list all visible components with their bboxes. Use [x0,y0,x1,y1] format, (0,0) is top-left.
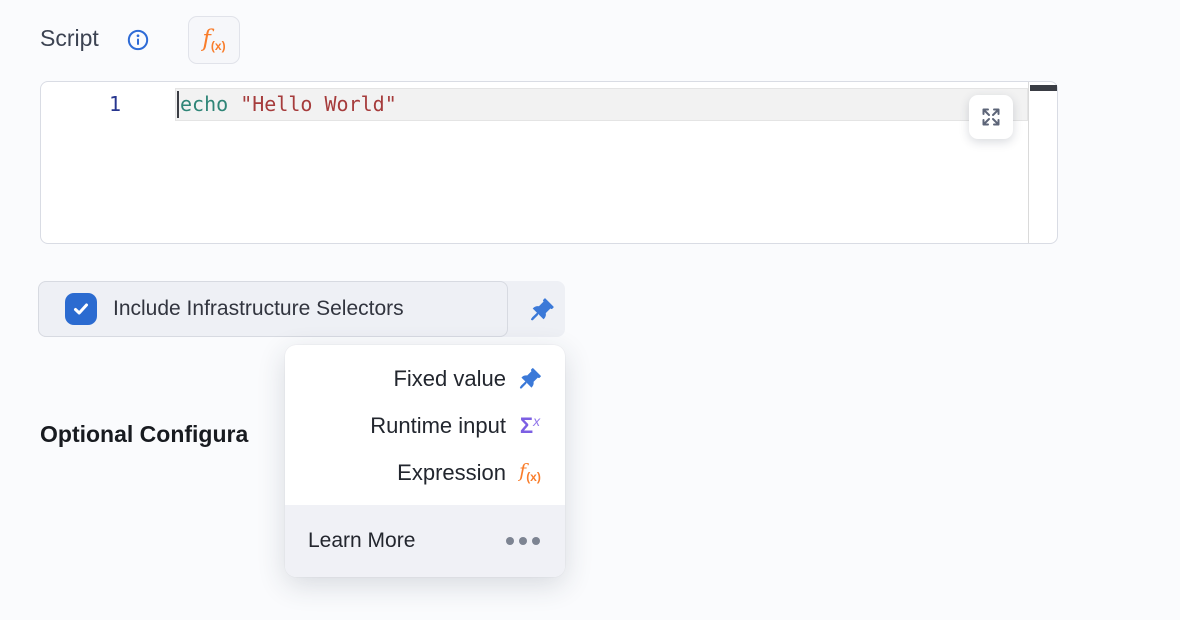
infrastructure-selectors-field: Include Infrastructure Selectors [38,281,565,337]
info-icon[interactable] [127,29,149,51]
pin-icon [517,366,543,392]
code-keyword: echo [180,92,228,116]
learn-more-item[interactable]: Learn More [285,505,565,577]
optional-configuration-heading: Optional Configura [40,421,248,448]
line-number: 1 [41,88,121,121]
code-string: "Hello World" [240,92,397,116]
input-type-pin-button[interactable] [520,281,565,337]
expression-fx-icon: f(x) [517,460,543,486]
pin-icon [529,296,556,323]
menu-item-runtime-input[interactable]: Runtime input Σx [285,402,565,449]
runtime-input-icon: Σx [517,413,543,439]
scrollbar-marker [1030,85,1057,91]
expand-editor-button[interactable] [969,95,1013,139]
fx-icon: f(x) [202,28,225,52]
input-type-menu: Fixed value Runtime input Σx Expression … [285,345,565,577]
menu-item-expression[interactable]: Expression f(x) [285,449,565,496]
script-code-editor[interactable]: 1 echo "Hello World" [40,81,1058,244]
checkbox-label: Include Infrastructure Selectors [113,281,404,337]
expression-toggle-button[interactable]: f(x) [188,16,240,64]
scrollbar-gutter [1028,82,1029,243]
ellipsis-icon [506,537,540,545]
include-infrastructure-selectors-checkbox[interactable] [65,293,97,325]
expand-icon [980,106,1002,128]
script-field-label: Script [40,25,99,52]
text-cursor [177,91,179,118]
menu-item-fixed-value[interactable]: Fixed value [285,355,565,402]
checkmark-icon [72,300,90,318]
code-line[interactable]: echo "Hello World" [180,88,397,121]
